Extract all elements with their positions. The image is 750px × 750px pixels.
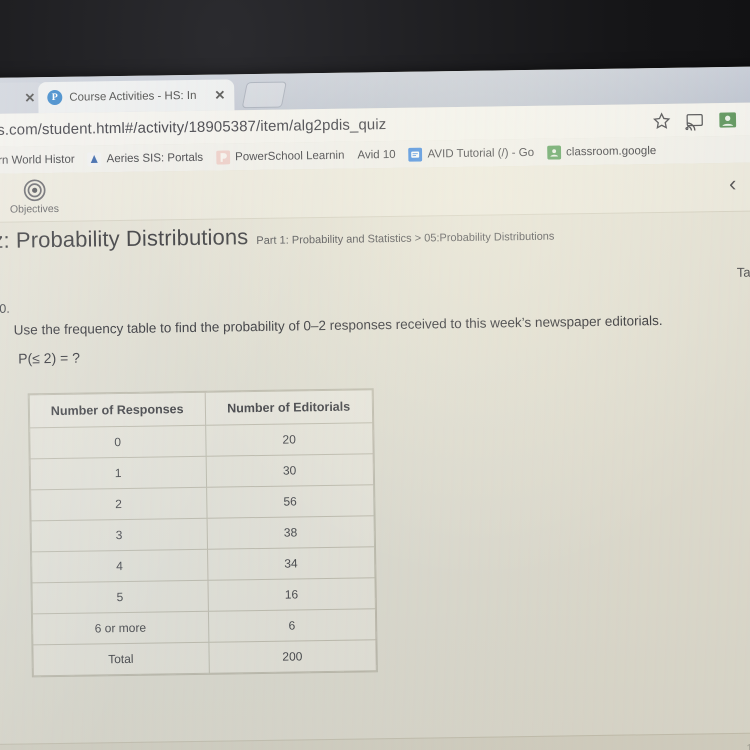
bookmark-item[interactable]: classroom.google bbox=[547, 144, 656, 160]
bookmark-item[interactable]: AVID Tutorial (/) - Go bbox=[408, 145, 535, 162]
new-tab-button[interactable] bbox=[241, 81, 287, 109]
docs-favicon-icon bbox=[408, 147, 423, 162]
cell-responses: Total bbox=[32, 642, 209, 676]
bookmark-item[interactable]: lern World Histor bbox=[0, 153, 75, 166]
bookmark-label: Aeries SIS: Portals bbox=[106, 151, 204, 165]
page-title: z: Probability Distributions bbox=[0, 224, 249, 253]
bookmark-label: classroom.google bbox=[566, 144, 657, 158]
classroom-favicon-icon bbox=[547, 145, 562, 160]
cell-editorials: 56 bbox=[206, 484, 375, 519]
cell-responses: 3 bbox=[31, 518, 208, 552]
cell-editorials: 200 bbox=[208, 639, 377, 674]
column-header-responses: Number of Responses bbox=[29, 392, 206, 428]
cell-editorials: 38 bbox=[206, 515, 375, 550]
bookmark-label: Avid 10 bbox=[357, 148, 396, 161]
tab-title: Course Activities - HS: In bbox=[69, 89, 197, 104]
column-header-editorials: Number of Editorials bbox=[204, 389, 373, 426]
chevron-left-icon[interactable]: ‹ bbox=[729, 171, 737, 196]
cell-responses: 1 bbox=[30, 456, 207, 490]
bookmark-item[interactable]: PowerSchool Learnin bbox=[216, 148, 345, 165]
target-label: Target bbox=[736, 264, 750, 280]
cell-responses: 6 or more bbox=[32, 611, 209, 645]
cell-editorials: 16 bbox=[207, 577, 376, 612]
cell-responses: 0 bbox=[29, 425, 206, 459]
table-header-row: Number of Responses Number of Editorials bbox=[29, 389, 373, 428]
table-row: 2 56 bbox=[30, 484, 375, 521]
bookmark-label: AVID Tutorial (/) - Go bbox=[427, 146, 535, 160]
cell-editorials: 34 bbox=[207, 546, 375, 581]
screenshot-root: n ✕ Course Activities - HS: In ✕ us.com/… bbox=[0, 0, 750, 750]
bookmark-label: lern World Histor bbox=[0, 153, 75, 167]
table-row-total: Total 200 bbox=[32, 639, 377, 676]
activity-header: z: Probability Distributions Part 1: Pro… bbox=[0, 216, 750, 254]
cell-responses: 5 bbox=[31, 580, 208, 614]
close-icon[interactable]: ✕ bbox=[210, 87, 225, 102]
question-formula: P(≤ 2) = ? bbox=[18, 349, 81, 367]
cell-responses: 4 bbox=[31, 549, 208, 583]
target-icon bbox=[23, 179, 46, 202]
table-row: 0 20 bbox=[29, 422, 374, 459]
breadcrumb: Part 1: Probability and Statistics > 05:… bbox=[256, 230, 555, 248]
cell-responses: 2 bbox=[30, 487, 207, 521]
profile-icon[interactable] bbox=[718, 109, 738, 129]
question-text: Use the frequency table to find the prob… bbox=[13, 312, 663, 338]
table-row: 1 30 bbox=[30, 453, 374, 490]
question-number: 10. bbox=[0, 301, 10, 316]
table-row: 4 34 bbox=[31, 546, 375, 583]
cell-editorials: 30 bbox=[205, 453, 374, 488]
activity-toolbar: Objectives ‹ › bbox=[0, 162, 750, 223]
bookmark-item[interactable]: Avid 10 bbox=[357, 148, 395, 161]
frequency-table: Number of Responses Number of Editorials… bbox=[28, 389, 377, 677]
powerschool-favicon-icon bbox=[216, 149, 231, 165]
quiz-page: Objectives ‹ › z: Probability Distributi… bbox=[0, 162, 750, 750]
aeries-favicon-icon bbox=[87, 151, 102, 166]
objectives-label: Objectives bbox=[9, 202, 60, 216]
browser-tab-active[interactable]: Course Activities - HS: In ✕ bbox=[38, 79, 235, 114]
star-icon[interactable] bbox=[652, 110, 672, 130]
table-row: 5 16 bbox=[31, 577, 376, 614]
cast-icon[interactable] bbox=[685, 110, 705, 131]
item-navigation: ‹ › bbox=[729, 171, 750, 196]
pearson-favicon-icon bbox=[47, 89, 63, 106]
close-icon[interactable]: ✕ bbox=[20, 90, 35, 105]
bookmark-label: PowerSchool Learnin bbox=[235, 149, 345, 163]
page-counter: 10 of 1 bbox=[746, 742, 750, 750]
bookmark-item[interactable]: Aeries SIS: Portals bbox=[87, 150, 204, 166]
url-input[interactable]: us.com/student.html#/activity/18905387/i… bbox=[0, 116, 386, 139]
table-row: 6 or more 6 bbox=[32, 608, 376, 645]
cell-editorials: 20 bbox=[205, 422, 374, 457]
table-row: 3 38 bbox=[31, 515, 375, 552]
omnibox-actions bbox=[651, 102, 750, 137]
objectives-button[interactable]: Objectives bbox=[9, 178, 59, 216]
photographed-screen: n ✕ Course Activities - HS: In ✕ us.com/… bbox=[0, 66, 750, 750]
activity-footer: Description 10 of 1 bbox=[0, 732, 750, 750]
cell-editorials: 6 bbox=[207, 608, 376, 643]
